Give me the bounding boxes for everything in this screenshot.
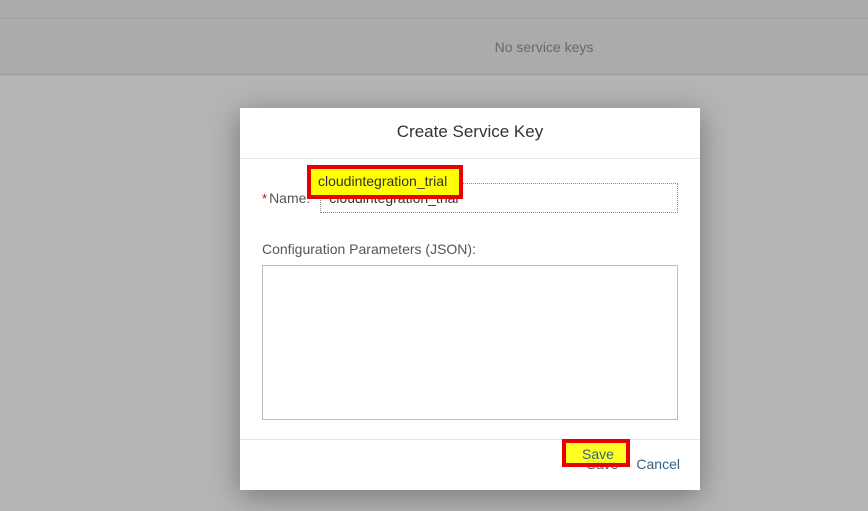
name-label-wrap: * Name: xyxy=(262,190,310,206)
dialog-body: * Name: Configuration Parameters (JSON): xyxy=(240,159,700,439)
save-button[interactable]: Save xyxy=(584,452,620,476)
config-params-textarea[interactable] xyxy=(262,265,678,420)
name-field-row: * Name: xyxy=(262,183,678,213)
create-service-key-dialog: Create Service Key * Name: Configuration… xyxy=(240,108,700,490)
dialog-title: Create Service Key xyxy=(240,108,700,159)
name-label: Name: xyxy=(269,190,310,206)
dialog-footer: Save Cancel xyxy=(240,439,700,490)
required-star-icon: * xyxy=(262,191,267,206)
config-params-label: Configuration Parameters (JSON): xyxy=(262,241,678,257)
service-key-name-input[interactable] xyxy=(320,183,678,213)
cancel-button[interactable]: Cancel xyxy=(634,452,682,476)
